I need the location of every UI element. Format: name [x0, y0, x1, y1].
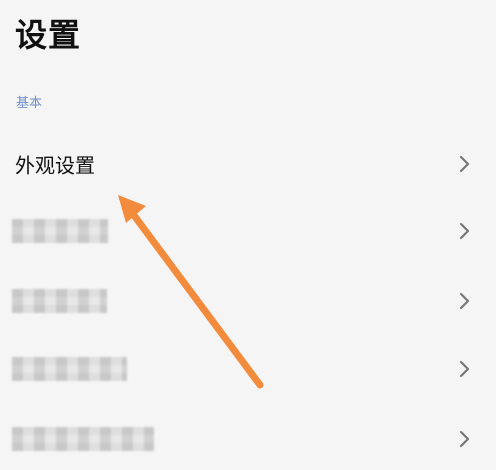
redacted-label — [12, 289, 107, 313]
section-header-basic: 基本 — [16, 96, 43, 111]
settings-row-redacted-1[interactable] — [0, 200, 496, 262]
chevron-right-icon — [459, 292, 470, 310]
redacted-label — [12, 427, 154, 451]
chevron-right-icon — [459, 155, 470, 173]
chevron-right-icon — [459, 430, 470, 448]
settings-row-appearance[interactable]: 外观设置 — [0, 133, 496, 195]
chevron-right-icon — [459, 222, 470, 240]
page-title: 设置 — [15, 16, 82, 54]
settings-row-label: 外观设置 — [15, 153, 95, 178]
redacted-label — [12, 357, 127, 381]
settings-row-redacted-3[interactable] — [0, 338, 496, 400]
chevron-right-icon — [459, 360, 470, 378]
settings-row-redacted-2[interactable] — [0, 270, 496, 332]
redacted-label — [12, 219, 108, 243]
settings-row-redacted-4[interactable] — [0, 408, 496, 470]
